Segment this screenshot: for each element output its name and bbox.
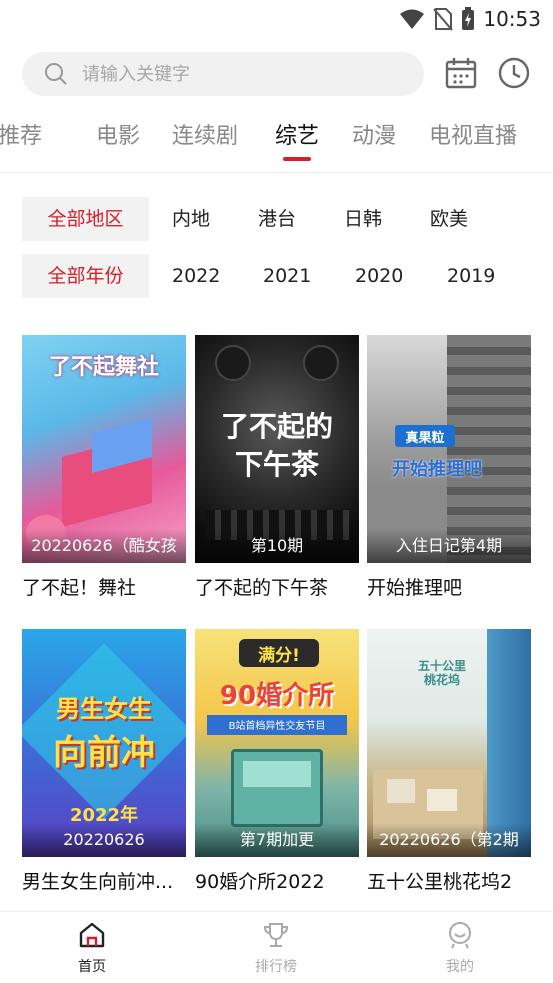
- filter-year-2021[interactable]: 2021: [263, 254, 311, 298]
- filter-region-jp-kr[interactable]: 日韩: [344, 197, 382, 241]
- poster-episode-caption: 20220626（酷女孩: [22, 529, 186, 563]
- smiley-face-icon: [449, 922, 471, 949]
- poster-episode-caption: 第10期: [195, 529, 359, 563]
- poster-episode-caption: 20220626: [22, 823, 186, 857]
- nav-profile-label: 我的: [446, 959, 474, 975]
- poster-image[interactable]: 五十公里桃花坞 20220626（第2期: [367, 629, 531, 857]
- show-title[interactable]: 了不起的下午茶: [195, 573, 371, 600]
- poster-logo-text: 满分!: [258, 646, 300, 666]
- poster-image[interactable]: 满分! 90婚介所 B站首档异性交友节目 第7期加更: [195, 629, 359, 857]
- history-clock-icon[interactable]: [497, 56, 531, 90]
- search-bar[interactable]: [22, 52, 424, 96]
- nav-home-label: 首页: [78, 959, 106, 975]
- filter-year-2020[interactable]: 2020: [355, 254, 403, 298]
- show-title[interactable]: 男生女生向前冲...: [22, 867, 198, 894]
- tab-variety[interactable]: 综艺: [275, 118, 319, 150]
- poster-episode-caption: 入住日记第4期: [367, 529, 531, 563]
- filter-year-2019[interactable]: 2019: [447, 254, 495, 298]
- filter-region-hk-tw[interactable]: 港台: [258, 197, 296, 241]
- show-title[interactable]: 90婚介所2022: [195, 867, 371, 894]
- poster-logo-text: 90婚介所: [219, 681, 335, 711]
- poster-episode-caption: 第7期加更: [195, 823, 359, 857]
- filter-region-eu-us[interactable]: 欧美: [430, 197, 468, 241]
- poster-logo-text: 开始推理吧: [392, 459, 482, 480]
- bottom-navigation: 首页 排行榜 我的: [0, 911, 553, 983]
- poster-logo-text: 了不起舞社: [48, 355, 159, 380]
- poster-image[interactable]: 了不起舞社 20220626（酷女孩: [22, 335, 186, 563]
- status-bar: 10:53: [0, 0, 553, 38]
- wifi-icon: [400, 9, 425, 29]
- nav-home[interactable]: 首页: [47, 920, 137, 976]
- nav-ranking-label: 排行榜: [255, 959, 297, 975]
- tab-series[interactable]: 连续剧: [172, 118, 238, 150]
- search-input[interactable]: [82, 63, 382, 85]
- tab-anime[interactable]: 动漫: [352, 118, 396, 150]
- poster-subtitle-text: B站首档异性交友节目: [228, 721, 326, 732]
- poster-image[interactable]: 了不起的 下午茶 第10期: [195, 335, 359, 563]
- show-title[interactable]: 开始推理吧: [367, 573, 543, 600]
- category-tabs: 推荐 电影 连续剧 综艺 动漫 电视直播: [0, 118, 553, 166]
- battery-charging-icon: [462, 7, 475, 30]
- search-icon: [45, 63, 67, 85]
- no-sim-icon: [433, 8, 454, 31]
- poster-image[interactable]: 男生女生 向前冲 2022年 20220626: [22, 629, 186, 857]
- poster-logo-text: 男生女生: [56, 695, 152, 723]
- tab-movies[interactable]: 电影: [96, 118, 140, 150]
- filter-year-2022[interactable]: 2022: [172, 254, 220, 298]
- poster-logo-text: 五十公里桃花坞: [417, 659, 466, 687]
- status-time: 10:53: [483, 7, 541, 31]
- poster-image[interactable]: 真果粒 开始推理吧 入住日记第4期: [367, 335, 531, 563]
- nav-profile[interactable]: 我的: [415, 920, 505, 976]
- nav-ranking[interactable]: 排行榜: [231, 920, 321, 976]
- filter-region-all[interactable]: 全部地区: [22, 197, 149, 241]
- filter-region-mainland[interactable]: 内地: [172, 197, 210, 241]
- active-tab-indicator: [283, 157, 311, 161]
- poster-logo-text: 真果粒: [405, 431, 445, 446]
- home-icon: [79, 922, 105, 948]
- region-filter-row: 全部地区 内地 港台 日韩 欧美: [0, 197, 553, 241]
- poster-logo-text: 了不起的: [220, 410, 333, 443]
- tabs-divider: [0, 172, 553, 173]
- year-filter-row: 全部年份 2022 2021 2020 2019: [0, 254, 553, 298]
- calendar-icon[interactable]: [444, 56, 478, 90]
- poster-logo-text: 向前冲: [53, 733, 155, 773]
- show-title[interactable]: 五十公里桃花坞2: [367, 867, 543, 894]
- show-title[interactable]: 了不起！舞社: [22, 573, 198, 600]
- filter-year-all[interactable]: 全部年份: [22, 254, 149, 298]
- tab-tv-live[interactable]: 电视直播: [429, 118, 517, 150]
- tab-recommend[interactable]: 推荐: [0, 118, 42, 150]
- status-icons: 10:53: [399, 6, 541, 32]
- trophy-icon: [263, 923, 289, 947]
- poster-logo-text: 下午茶: [234, 448, 319, 481]
- poster-episode-caption: 20220626（第2期: [367, 823, 531, 857]
